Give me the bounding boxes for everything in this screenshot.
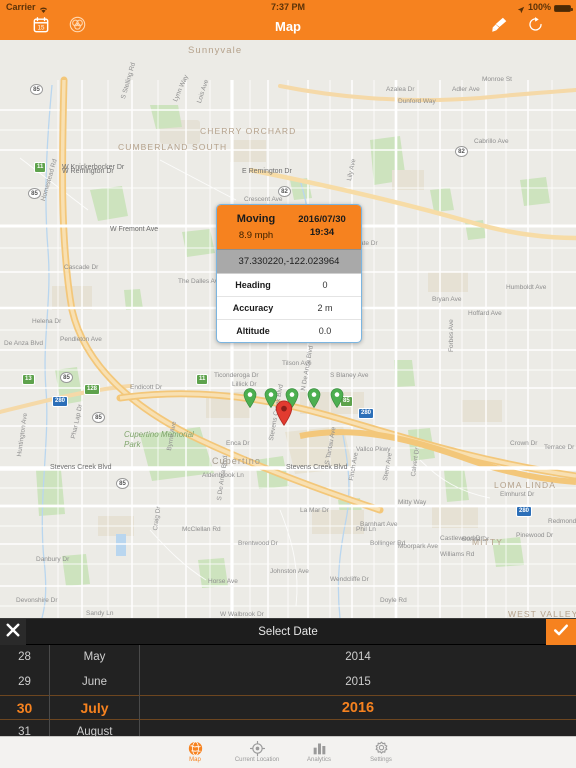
tab-settings-label: Settings (370, 757, 392, 763)
callout-row: Accuracy 2 m (217, 296, 361, 319)
tab-map-label: Map (189, 757, 201, 763)
year-option[interactable] (140, 720, 576, 736)
year-option[interactable]: 2015 (140, 670, 576, 695)
refresh-button[interactable] (520, 14, 550, 40)
highway-shield: 85 (92, 412, 105, 423)
callout-row-key: Altitude (236, 326, 270, 336)
highway-shield: 85 (60, 372, 73, 383)
highway-shield: 82 (278, 186, 291, 197)
callout-datetime-block: 2016/07/30 19:34 (289, 213, 355, 241)
month-option[interactable]: June (50, 670, 139, 695)
date-picker-title: Select Date (258, 626, 318, 638)
month-option-selected[interactable]: July (50, 695, 139, 720)
year-option[interactable]: 2014 (140, 645, 576, 670)
year-option-selected[interactable]: 2016 (140, 695, 576, 720)
tab-analytics[interactable]: Analytics (288, 737, 350, 763)
day-option[interactable]: 28 (0, 645, 49, 670)
day-wheel[interactable]: 28 29 30 31 (0, 645, 50, 736)
date-picker[interactable]: Select Date 28 29 30 31 May June July Au… (0, 618, 576, 736)
tab-settings[interactable]: Settings (350, 737, 412, 763)
map-pin-selected-icon[interactable] (275, 400, 293, 426)
battery-percent-label: 100% (527, 2, 551, 12)
status-bar-right: 100% (517, 0, 573, 14)
tab-current-location[interactable]: Current Location (226, 737, 288, 763)
callout-date: 2016/07/30 (298, 214, 346, 225)
callout-speed: 8.9 mph (238, 230, 274, 241)
callout-row: Heading 0 (217, 274, 361, 296)
callout-row-value: 0 (322, 280, 328, 290)
bar-chart-icon (288, 740, 350, 756)
location-arrow-icon (517, 4, 525, 14)
callout-detail-rows: Heading 0 Accuracy 2 m Altitude 0.0 (217, 273, 361, 342)
day-option[interactable]: 31 (0, 720, 49, 736)
callout-status-block: Moving 8.9 mph (223, 213, 289, 241)
highway-shield: 128 (84, 384, 101, 395)
date-picker-wheels[interactable]: 28 29 30 31 May June July August 2014 20… (0, 645, 576, 736)
callout-header: Moving 8.9 mph 2016/07/30 19:34 (217, 205, 361, 249)
callout-row-value: 2 m (317, 303, 333, 313)
check-icon (553, 622, 569, 643)
map-canvas[interactable]: Sunnyvale CHERRY ORCHARD CUMBERLAND SOUT… (0, 40, 576, 618)
highway-shield: 11 (34, 162, 47, 173)
battery-full-icon (554, 4, 573, 12)
brush-icon (491, 16, 508, 38)
confirm-button[interactable] (546, 619, 576, 646)
callout-row-value: 0.0 (318, 326, 332, 336)
tab-bar: Map Current Location Analytics Settings (0, 736, 576, 768)
status-bar-time: 7:37 PM (270, 2, 305, 12)
tab-analytics-label: Analytics (306, 757, 331, 763)
highway-shield: 85 (30, 84, 43, 95)
tab-map[interactable]: Map (164, 737, 226, 763)
callout-coordinates: 37.330220,-122.023964 (217, 249, 361, 273)
callout-status: Moving (236, 213, 276, 225)
map-pin-icon[interactable] (330, 388, 344, 408)
highway-shield: 82 (455, 146, 468, 157)
gear-icon (350, 740, 412, 756)
interstate-shield: 280 (52, 396, 69, 407)
callout-row: Altitude 0.0 (217, 319, 361, 342)
callout-row-key: Heading (235, 280, 271, 290)
highway-shield: 85 (28, 188, 41, 199)
day-option[interactable]: 29 (0, 670, 49, 695)
highway-shield: 13 (22, 374, 35, 385)
map-pin-icon[interactable] (243, 388, 257, 408)
globe-icon (164, 740, 226, 756)
callout-time: 19:34 (309, 227, 335, 238)
year-wheel[interactable]: 2014 2015 2016 (140, 645, 576, 736)
day-option-selected[interactable]: 30 (0, 695, 49, 720)
refresh-icon (527, 16, 544, 38)
map-pin-icon[interactable] (307, 388, 321, 408)
target-icon (226, 740, 288, 756)
tab-current-location-label: Current Location (234, 757, 280, 763)
callout-row-key: Accuracy (232, 303, 274, 313)
highway-shield: 85 (116, 478, 129, 489)
status-bar: Carrier 7:37 PM 100% (0, 0, 576, 14)
interstate-shield: 280 (358, 408, 375, 419)
month-option[interactable]: May (50, 645, 139, 670)
nav-bar: 15 Map (0, 14, 576, 40)
clear-button[interactable] (484, 14, 514, 40)
month-option[interactable]: August (50, 720, 139, 736)
location-callout[interactable]: Moving 8.9 mph 2016/07/30 19:34 37.33022… (216, 204, 362, 343)
highway-shield: 11 (196, 374, 209, 385)
interstate-shield: 280 (516, 506, 533, 517)
date-picker-toolbar: Select Date (0, 618, 576, 646)
app-root: Carrier 7:37 PM 100% 15 Map Sunnyvale CH… (0, 0, 576, 768)
month-wheel[interactable]: May June July August (50, 645, 140, 736)
